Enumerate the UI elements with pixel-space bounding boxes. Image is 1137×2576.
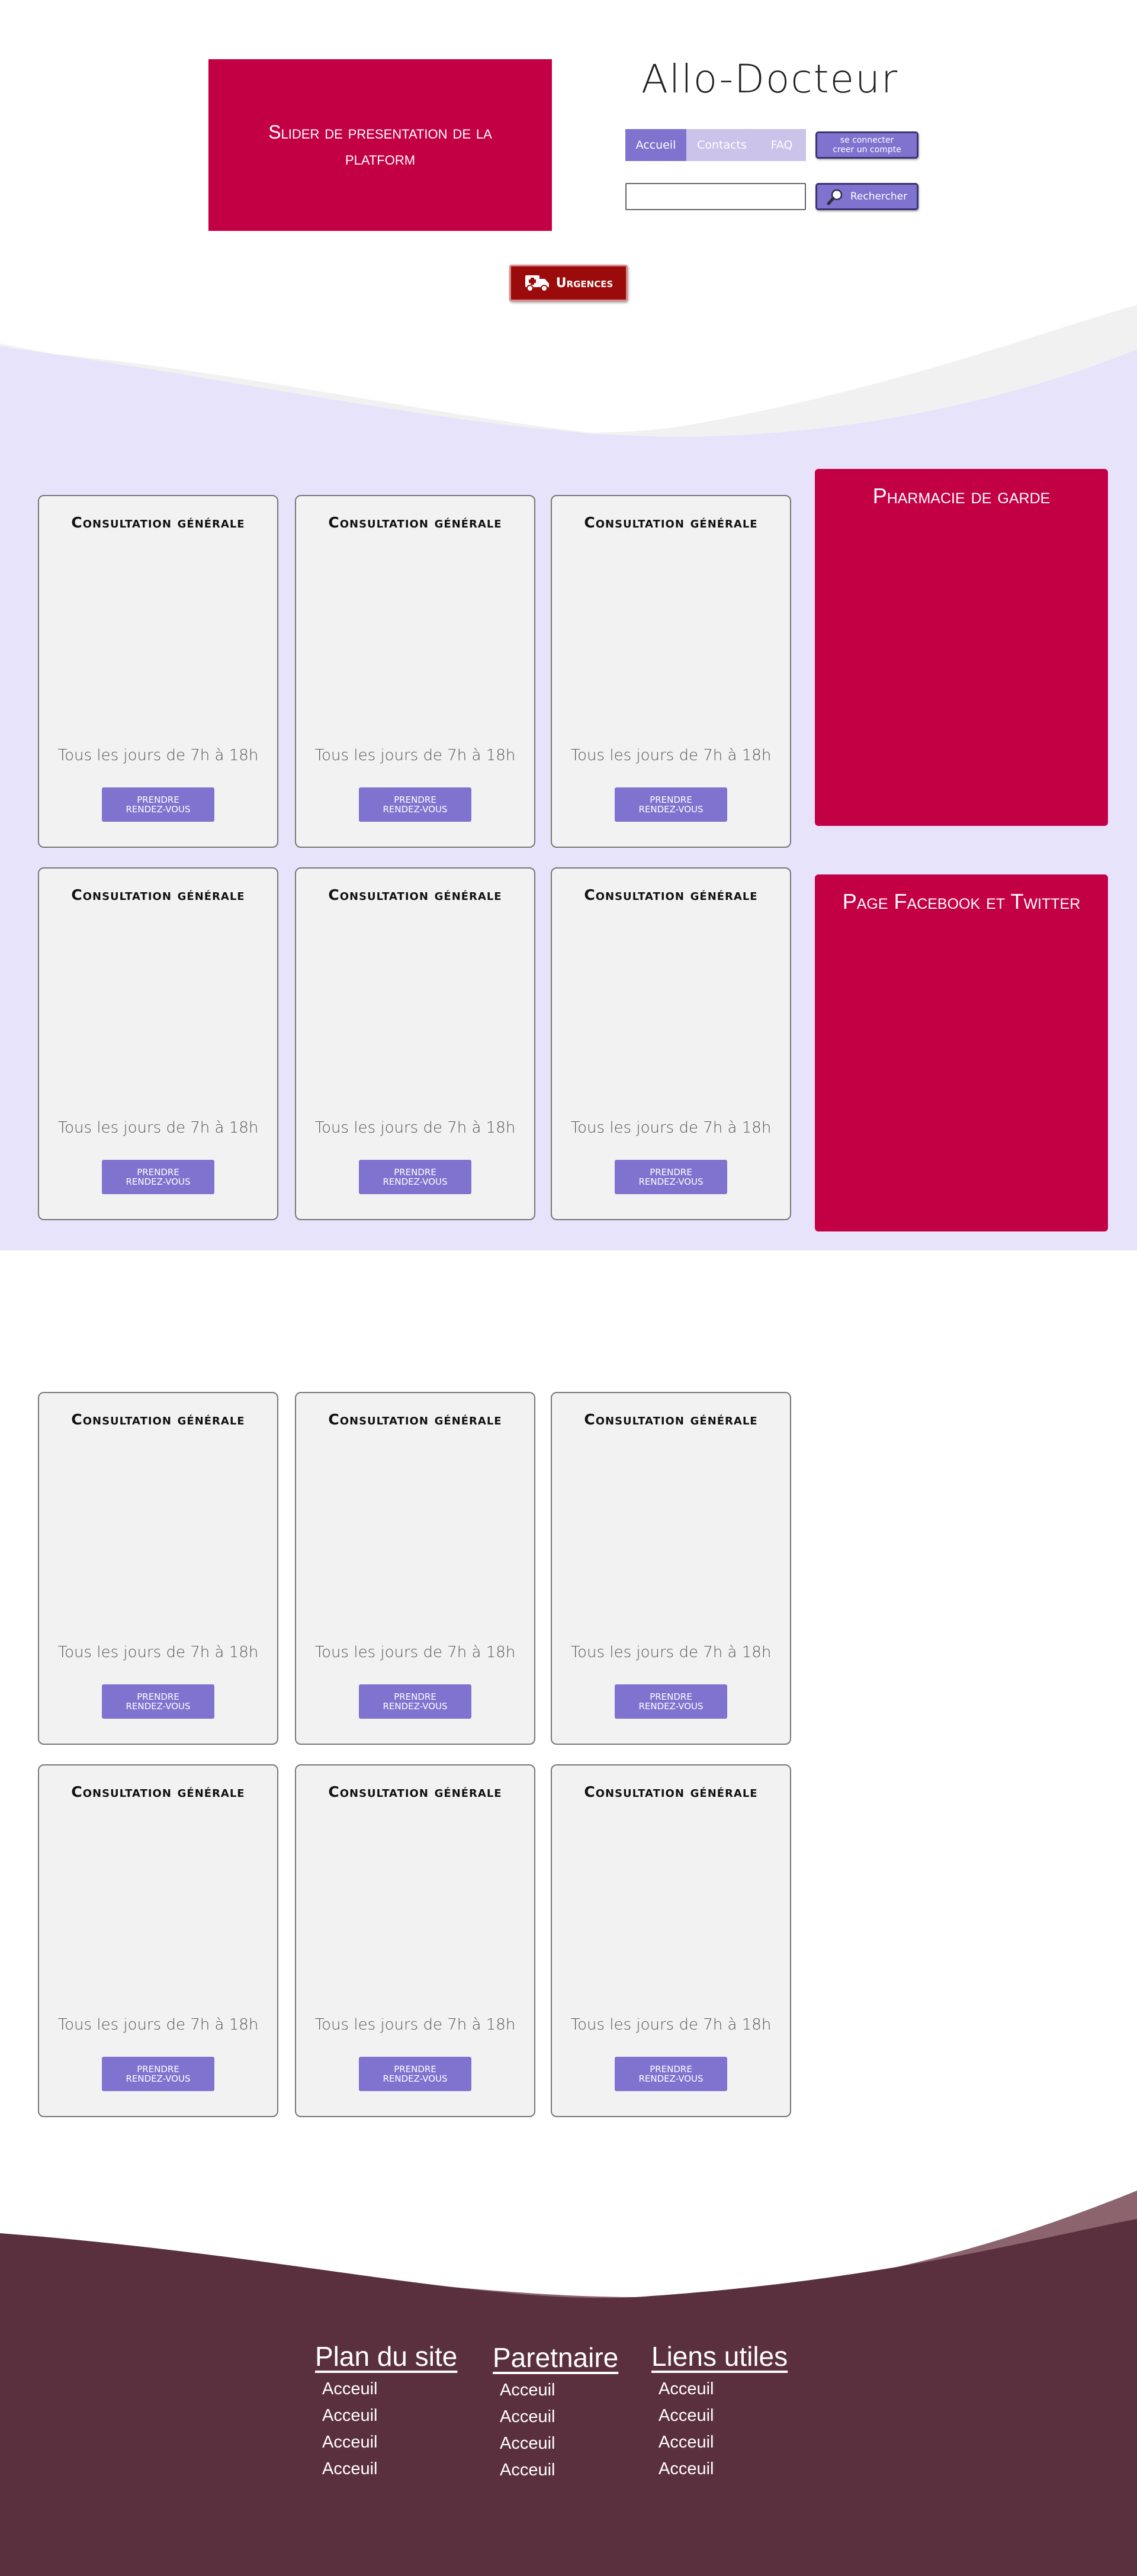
card-hours: Tous les jours de 7h à 18h [570,2016,772,2034]
footer-link[interactable]: Acceuil [500,2461,618,2480]
card-title: Consultation générale [328,514,502,531]
card-hours: Tous les jours de 7h à 18h [570,747,772,764]
appointment-label-line2: Rendez-vous [126,1176,191,1187]
card-hours: Tous les jours de 7h à 18h [314,1119,516,1137]
urgences-button[interactable]: Urgences [509,265,628,301]
card-title: Consultation générale [71,1783,245,1800]
social-title: Page Facebook et Twitter [842,889,1081,914]
card-title: Consultation générale [584,886,758,903]
appointment-label-line2: Rendez-vous [126,2073,191,2084]
footer-column-title: Liens utiles [651,2341,788,2372]
footer-column-title: Plan du site [315,2341,458,2372]
card-title: Consultation générale [328,1783,502,1800]
pharmacie-panel[interactable]: Pharmacie de garde [815,469,1108,826]
consultation-card: Consultation générale Tous les jours de … [551,1764,791,2117]
footer-link[interactable]: Acceuil [659,2406,788,2426]
appointment-button[interactable]: Prendre Rendez-vous [359,1684,471,1719]
search-label: Rechercher [850,191,908,202]
card-hours: Tous les jours de 7h à 18h [314,2016,516,2034]
card-title: Consultation générale [328,886,502,903]
consultation-card: Consultation générale Tous les jours de … [295,1764,535,2117]
social-panel[interactable]: Page Facebook et Twitter [815,874,1108,1231]
footer-plan-du-site: Plan du site Acceuil Acceuil Acceuil Acc… [315,2340,457,2479]
login-label: se connecter [840,136,894,145]
main-nav: Accueil Contacts FAQ [625,129,806,161]
appointment-label-line2: Rendez-vous [638,804,704,815]
register-label: creer un compte [833,145,901,155]
truck-icon [525,275,549,292]
consultation-card: Consultation générale Tous les jours de … [295,495,535,848]
consultation-card: Consultation générale Tous les jours de … [295,867,535,1220]
appointment-label-line2: Rendez-vous [126,804,191,815]
appointment-label-line2: Rendez-vous [383,1701,448,1712]
consultation-card: Consultation générale Tous les jours de … [38,867,278,1220]
appointment-label-line2: Rendez-vous [383,1176,448,1187]
appointment-label-line2: Rendez-vous [638,1176,704,1187]
card-hours: Tous les jours de 7h à 18h [314,1644,516,1661]
footer-link[interactable]: Acceuil [500,2407,618,2427]
appointment-button[interactable]: Prendre Rendez-vous [615,1684,727,1719]
card-hours: Tous les jours de 7h à 18h [570,1119,772,1137]
footer-link[interactable]: Acceuil [659,2459,788,2479]
footer-link[interactable]: Acceuil [322,2433,457,2452]
appointment-button[interactable]: Prendre Rendez-vous [359,1160,471,1194]
appointment-button[interactable]: Prendre Rendez-vous [615,1160,727,1194]
appointment-button[interactable]: Prendre Rendez-vous [102,1160,214,1194]
search-icon [827,189,843,205]
nav-contacts[interactable]: Contacts [686,129,757,161]
card-title: Consultation générale [71,1411,245,1428]
appointment-button[interactable]: Prendre Rendez-vous [102,1684,214,1719]
search-input[interactable] [625,183,806,210]
consultation-card: Consultation générale Tous les jours de … [38,1392,278,1745]
card-title: Consultation générale [328,1411,502,1428]
pharmacie-title: Pharmacie de garde [872,484,1051,508]
card-hours: Tous les jours de 7h à 18h [570,1644,772,1661]
search-button[interactable]: Rechercher [815,183,918,210]
appointment-button[interactable]: Prendre Rendez-vous [102,787,214,822]
site-title: Allo-Docteur [641,56,899,102]
appointment-label-line2: Rendez-vous [126,1701,191,1712]
card-title: Consultation générale [584,1411,758,1428]
appointment-button[interactable]: Prendre Rendez-vous [102,2057,214,2091]
card-title: Consultation générale [584,1783,758,1800]
presentation-slider[interactable]: Slider de presentation de la platform [208,59,552,231]
login-register-button[interactable]: se connecter creer un compte [815,131,918,159]
card-hours: Tous les jours de 7h à 18h [314,747,516,764]
appointment-label-line2: Rendez-vous [638,1701,704,1712]
urgences-label: Urgences [555,275,614,291]
nav-accueil[interactable]: Accueil [625,129,686,161]
appointment-button[interactable]: Prendre Rendez-vous [359,2057,471,2091]
consultation-card: Consultation générale Tous les jours de … [551,1392,791,1745]
consultation-card: Consultation générale Tous les jours de … [38,1764,278,2117]
footer-partenaire: Paretnaire Acceuil Acceuil Acceuil Acceu… [493,2342,618,2480]
footer-link[interactable]: Acceuil [500,2434,618,2453]
appointment-label-line2: Rendez-vous [383,2073,448,2084]
footer-liens-utiles: Liens utiles Acceuil Acceuil Acceuil Acc… [651,2340,788,2479]
consultation-card: Consultation générale Tous les jours de … [551,495,791,848]
appointment-label-line2: Rendez-vous [383,804,448,815]
card-hours: Tous les jours de 7h à 18h [57,1119,259,1137]
footer-link[interactable]: Acceuil [322,2406,457,2426]
consultation-card: Consultation générale Tous les jours de … [551,867,791,1220]
card-title: Consultation générale [71,514,245,531]
card-hours: Tous les jours de 7h à 18h [57,747,259,764]
card-title: Consultation générale [584,514,758,531]
footer-column-title: Paretnaire [493,2342,619,2373]
appointment-button[interactable]: Prendre Rendez-vous [359,787,471,822]
footer-link[interactable]: Acceuil [659,2379,788,2399]
card-hours: Tous les jours de 7h à 18h [57,1644,259,1661]
card-hours: Tous les jours de 7h à 18h [57,2016,259,2034]
nav-faq[interactable]: FAQ [757,129,806,161]
footer-link[interactable]: Acceuil [322,2459,457,2479]
footer-link[interactable]: Acceuil [659,2433,788,2452]
slider-text: Slider de presentation de la platform [268,121,492,169]
consultation-card: Consultation générale Tous les jours de … [38,495,278,848]
appointment-button[interactable]: Prendre Rendez-vous [615,787,727,822]
appointment-label-line2: Rendez-vous [638,2073,704,2084]
footer-link[interactable]: Acceuil [322,2379,457,2399]
footer-link[interactable]: Acceuil [500,2381,618,2400]
consultation-card: Consultation générale Tous les jours de … [295,1392,535,1745]
appointment-button[interactable]: Prendre Rendez-vous [615,2057,727,2091]
card-title: Consultation générale [71,886,245,903]
